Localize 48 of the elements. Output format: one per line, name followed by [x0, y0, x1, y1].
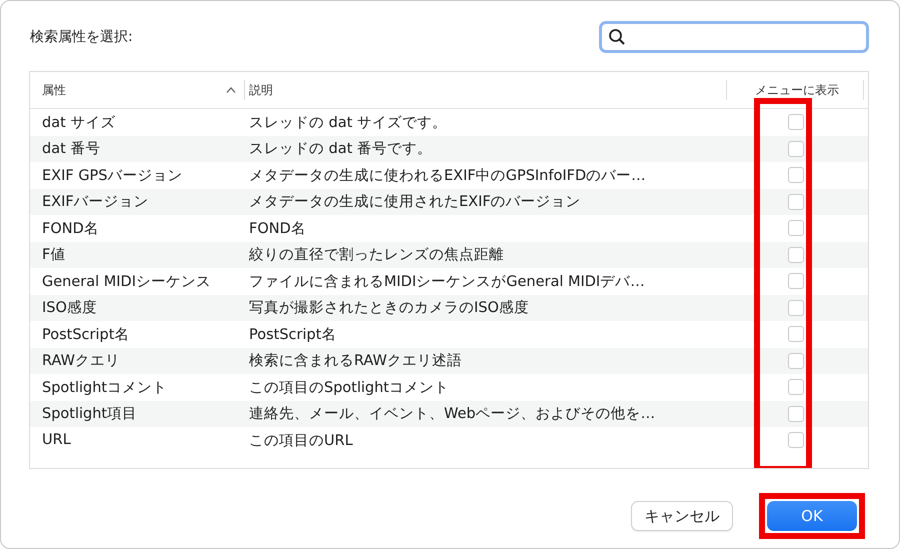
sort-chevron-icon — [226, 87, 236, 93]
description-cell-text: この項目のURL — [248, 432, 354, 450]
attribute-cell-text: URL — [41, 432, 72, 448]
attribute-cell-text: dat 番号 — [41, 140, 102, 158]
search-field[interactable] — [599, 21, 869, 53]
menu-checkbox[interactable] — [788, 194, 804, 210]
attribute-cell-text: FOND名 — [41, 220, 100, 238]
attribute-cell-text: Spotlightコメント — [41, 378, 168, 397]
menu-checkbox[interactable] — [788, 273, 804, 290]
attribute-cell-text: PostScript名 — [41, 326, 130, 344]
description-cell-text: 写真が撮影されたときのカメラのISO感度 — [248, 298, 530, 318]
column-header[interactable]: メニューに表示 — [727, 80, 864, 100]
search-icon — [608, 28, 626, 46]
column-header[interactable]: 説明 — [245, 80, 727, 100]
attribute-cell-text: Spotlight項目 — [41, 405, 138, 424]
menu-checkbox[interactable] — [788, 300, 804, 316]
menu-checkbox[interactable] — [788, 326, 804, 342]
description-cell-text: 絞りの直径で割ったレンズの焦点距離 — [248, 246, 505, 264]
menu-checkbox[interactable] — [788, 220, 804, 236]
description-cell-text: PostScript名 — [248, 326, 338, 344]
description-cell-text: メタデータの生成に使用されたEXIFのバージョン — [248, 193, 582, 212]
prompt-label: 検索属性を選択: — [29, 28, 133, 46]
menu-checkbox[interactable] — [788, 140, 804, 157]
description-cell-text: この項目のSpotlightコメント — [248, 378, 450, 397]
menu-checkbox[interactable] — [788, 379, 804, 396]
menu-checkbox[interactable] — [788, 246, 804, 263]
attribute-cell-text: F値 — [41, 246, 66, 264]
ok-button[interactable]: OK — [767, 501, 857, 531]
description-cell-text: ファイルに含まれるMIDIシーケンスがGeneral MIDIデバ… — [248, 272, 646, 291]
description-cell-text: メタデータの生成に使われるEXIF中のGPSInfoIFDのバー… — [248, 166, 647, 185]
description-cell-text: FOND名 — [248, 220, 307, 238]
attribute-cell-text: General MIDIシーケンス — [41, 272, 212, 291]
description-cell-text: スレッドの dat サイズです。 — [248, 114, 448, 132]
menu-checkbox[interactable] — [788, 167, 804, 184]
description-cell-text: 検索に含まれるRAWクエリ述語 — [248, 352, 463, 370]
description-cell-text: スレッドの dat 番号です。 — [248, 140, 433, 158]
menu-checkbox[interactable] — [788, 114, 804, 130]
attribute-cell-text: RAWクエリ — [41, 352, 121, 370]
cancel-button[interactable]: キャンセル — [631, 501, 733, 531]
description-cell-text: 連絡先、メール、イベント、Webページ、およびその他を… — [248, 405, 656, 424]
menu-checkbox[interactable] — [788, 432, 804, 448]
attribute-cell-text: EXIF GPSバージョン — [41, 166, 184, 185]
column-header[interactable]: 属性 — [30, 80, 245, 100]
attribute-cell-text: ISO感度 — [41, 298, 98, 318]
attribute-cell-text: dat サイズ — [41, 114, 116, 132]
menu-checkbox[interactable] — [788, 352, 804, 369]
menu-checkbox[interactable] — [788, 406, 804, 422]
attribute-cell-text: EXIFバージョン — [41, 193, 150, 212]
